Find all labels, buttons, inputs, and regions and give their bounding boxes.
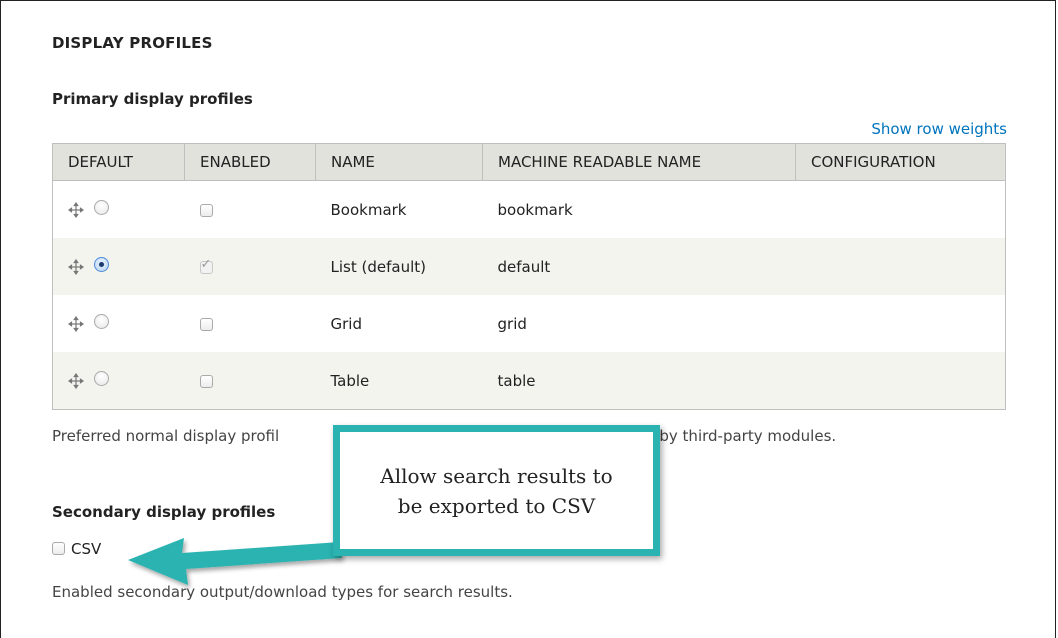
callout-box: Allow search results to be exported to C… (333, 425, 660, 556)
table-header-row: DEFAULT ENABLED NAME MACHINE READABLE NA… (52, 143, 1006, 181)
primary-profiles-table: DEFAULT ENABLED NAME MACHINE READABLE NA… (52, 143, 1006, 410)
machine-name: grid (482, 295, 796, 352)
table-row: Bookmark bookmark (52, 180, 1006, 238)
callout-line-1: Allow search results to (380, 463, 613, 488)
profile-name: List (default) (315, 238, 483, 295)
drag-handle-icon[interactable] (67, 315, 85, 333)
configuration-cell (795, 295, 1006, 352)
profile-name: Grid (315, 295, 483, 352)
enabled-checkbox-checked[interactable] (199, 257, 213, 274)
secondary-profiles-title: Secondary display profiles (52, 503, 276, 521)
drag-handle-icon[interactable] (67, 372, 85, 390)
section-title: DISPLAY PROFILES (52, 34, 213, 52)
drag-handle-icon[interactable] (67, 201, 85, 219)
show-row-weights-link[interactable]: Show row weights (871, 120, 1007, 138)
column-header-configuration: CONFIGURATION (795, 143, 1006, 181)
profile-name: Table (315, 352, 483, 410)
csv-checkbox[interactable] (52, 542, 65, 555)
machine-name: bookmark (482, 180, 796, 238)
csv-label[interactable]: CSV (71, 540, 101, 558)
configuration-cell (795, 352, 1006, 410)
default-radio-selected[interactable] (94, 256, 109, 272)
default-cell (52, 295, 185, 352)
table-row: Grid grid (52, 295, 1006, 352)
enabled-cell (184, 352, 316, 410)
secondary-description: Enabled secondary output/download types … (52, 583, 513, 601)
enabled-cell (184, 180, 316, 238)
table-row: List (default) default (52, 238, 1006, 295)
configuration-cell (795, 180, 1006, 238)
machine-name: default (482, 238, 796, 295)
default-radio[interactable] (94, 313, 109, 329)
default-cell (52, 180, 185, 238)
csv-option[interactable]: CSV (52, 540, 101, 558)
default-cell (52, 238, 185, 295)
profile-name: Bookmark (315, 180, 483, 238)
enabled-checkbox[interactable] (199, 374, 213, 388)
column-header-name: NAME (315, 143, 483, 181)
enabled-cell (184, 238, 316, 295)
column-header-default: DEFAULT (52, 143, 185, 181)
default-radio[interactable] (94, 199, 109, 215)
drag-handle-icon[interactable] (67, 258, 85, 276)
configuration-cell (795, 238, 1006, 295)
machine-name: table (482, 352, 796, 410)
enabled-cell (184, 295, 316, 352)
default-cell (52, 352, 185, 410)
primary-profiles-title: Primary display profiles (52, 90, 253, 108)
default-radio[interactable] (94, 370, 109, 386)
table-row: Table table (52, 352, 1006, 410)
callout-line-2: be exported to CSV (397, 493, 596, 518)
primary-description-left: Preferred normal display profil (52, 427, 280, 445)
enabled-checkbox[interactable] (199, 203, 213, 217)
column-header-machine-name: MACHINE READABLE NAME (482, 143, 796, 181)
enabled-checkbox[interactable] (199, 317, 213, 331)
column-header-enabled: ENABLED (184, 143, 316, 181)
